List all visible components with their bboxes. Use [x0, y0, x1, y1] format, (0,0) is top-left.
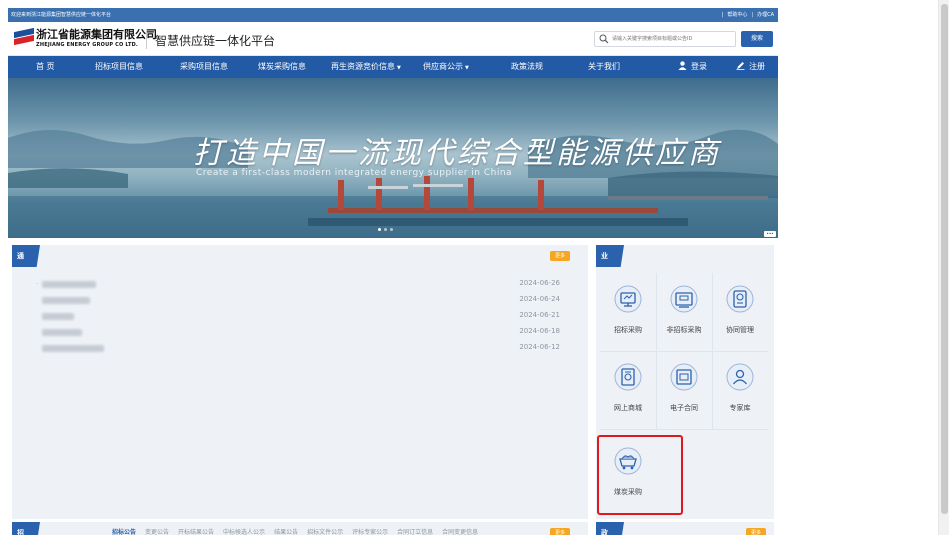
company-name-en: ZHEJIANG ENERGY GROUP CO LTD. [36, 42, 139, 48]
search-button[interactable]: 搜索 [741, 31, 773, 47]
notice-date: 2024-06-12 [519, 343, 560, 351]
module-label: 非招标采购 [666, 326, 702, 334]
search-input[interactable] [612, 33, 732, 45]
carousel-dot[interactable] [384, 228, 387, 231]
welcome-text: 欢迎来到浙江能源集团智慧供应链一体化平台 [11, 12, 112, 18]
module-e-contract[interactable]: 电子合同 [659, 351, 709, 429]
carousel-dot[interactable] [378, 228, 381, 231]
module-collaboration[interactable]: 协同管理 [715, 273, 765, 351]
scrollbar-thumb[interactable] [941, 4, 948, 514]
notice-date: 2024-06-21 [519, 311, 560, 319]
module-non-bidding-procurement[interactable]: 非招标采购 [659, 273, 709, 351]
company-name-cn: 浙江省能源集团有限公司 [36, 28, 157, 41]
tab-contract-signing[interactable]: 合同订立信息 [397, 522, 433, 535]
business-panel-title: 业务模块 [596, 245, 624, 267]
online-mall-icon [614, 363, 642, 391]
help-center-link[interactable]: 帮助中心 [727, 8, 747, 22]
module-label: 协同管理 [726, 326, 754, 334]
top-info-bar: 欢迎来到浙江能源集团智慧供应链一体化平台 | 帮助中心 | 办理CA [8, 8, 778, 22]
nav-bidding-projects[interactable]: 招标项目信息 [95, 56, 143, 78]
site-container: 欢迎来到浙江能源集团智慧供应链一体化平台 | 帮助中心 | 办理CA 浙江省能源… [8, 8, 778, 535]
chevron-down-icon: ▼ [465, 65, 469, 71]
notice-date: 2024-06-24 [519, 295, 560, 303]
nav-about[interactable]: 关于我们 [588, 56, 620, 78]
bid-info-panel: 招标信息 招标公告 变更公告 开标结果公告 中标候选人公示 结果公告 招标文件公… [12, 522, 588, 535]
nav-procurement-projects[interactable]: 采购项目信息 [180, 56, 228, 78]
non-bidding-procurement-icon [670, 285, 698, 313]
bid-info-more-button[interactable]: 更多 [550, 528, 570, 535]
list-item[interactable]: · 2024-06-26 [36, 277, 560, 293]
notice-title-redacted[interactable] [42, 329, 82, 336]
expert-database-icon [726, 363, 754, 391]
tab-contract-change[interactable]: 合同变更信息 [442, 522, 478, 535]
bidding-procurement-icon [614, 285, 642, 313]
notice-title-redacted[interactable] [42, 281, 96, 288]
tab-change-notice[interactable]: 变更公告 [145, 522, 169, 535]
vertical-scrollbar[interactable] [938, 0, 949, 535]
policy-panel: 政策法规 更多 [596, 522, 774, 535]
ca-link[interactable]: 办理CA [757, 8, 774, 22]
policy-title: 政策法规 [596, 522, 624, 535]
tab-expert-notice[interactable]: 评标专家公示 [352, 522, 388, 535]
nav-supplier-notice[interactable]: 供应商公示 ▼ [423, 56, 469, 78]
search-box[interactable] [594, 31, 736, 47]
notice-list: · 2024-06-26 2024-06-24 2024-06-21 2024-0… [36, 277, 560, 357]
main-nav: 首 页 招标项目信息 采购项目信息 煤炭采购信息 再生资源竞价信息 ▼ 供应商公示… [8, 56, 778, 78]
tab-winning-candidate[interactable]: 中标候选人公示 [223, 522, 265, 535]
notice-title-redacted[interactable] [42, 297, 90, 304]
notice-more-button[interactable]: 更多 [550, 251, 570, 261]
nav-home[interactable]: 首 页 [36, 56, 55, 78]
notice-panel-title: 通知公告 [12, 245, 40, 267]
notice-date: 2024-06-18 [519, 327, 560, 335]
list-item[interactable]: 2024-06-12 [36, 341, 560, 357]
collaboration-icon [726, 285, 754, 313]
chevron-down-icon: ▼ [397, 65, 401, 71]
notice-panel: 通知公告 更多 · 2024-06-26 2024-06-24 2024-06-2… [12, 245, 588, 519]
header-divider [146, 29, 147, 49]
module-bidding-procurement[interactable]: 招标采购 [603, 273, 653, 351]
nav-recycled-bidding[interactable]: 再生资源竞价信息 ▼ [331, 56, 401, 78]
platform-title: 智慧供应链一体化平台 [155, 34, 276, 48]
search-icon [599, 34, 609, 44]
list-item[interactable]: 2024-06-18 [36, 325, 560, 341]
tab-bid-document[interactable]: 招标文件公示 [307, 522, 343, 535]
list-item[interactable]: 2024-06-21 [36, 309, 560, 325]
corner-widget-icon[interactable]: ••• [764, 231, 776, 237]
company-logo[interactable] [14, 27, 34, 47]
module-label: 专家库 [729, 404, 751, 412]
nav-policy[interactable]: 政策法规 [511, 56, 543, 78]
business-module-panel: 业务模块 招标采购 非招标采购 协同管理 网上商城 电子合同 专家库 煤炭采购 [596, 245, 774, 519]
company-name: 浙江省能源集团有限公司 ZHEJIANG ENERGY GROUP CO LTD… [36, 26, 157, 48]
policy-more-button[interactable]: 更多 [746, 528, 766, 535]
notice-date: 2024-06-26 [519, 279, 560, 287]
top-links: | 帮助中心 | 办理CA [722, 8, 774, 22]
module-label: 电子合同 [670, 404, 698, 412]
e-contract-icon [670, 363, 698, 391]
tab-opening-result[interactable]: 开标结果公告 [178, 522, 214, 535]
hero-banner[interactable]: 打造中国一流现代综合型能源供应商 Create a first-class mo… [8, 78, 778, 238]
banner-slogan-en: Create a first-class modern integrated e… [196, 168, 513, 178]
list-item[interactable]: 2024-06-24 [36, 293, 560, 309]
bid-info-title: 招标信息 [12, 522, 40, 535]
nav-login[interactable]: 登录 [678, 56, 707, 78]
banner-slogan: 打造中国一流现代综合型能源供应商 [193, 136, 721, 171]
notice-title-redacted[interactable] [42, 345, 104, 352]
carousel-dot[interactable] [390, 228, 393, 231]
module-label: 招标采购 [614, 326, 642, 334]
notice-title-redacted[interactable] [42, 313, 74, 320]
coal-procurement-highlight [597, 435, 683, 515]
browser-page: 欢迎来到浙江能源集团智慧供应链一体化平台 | 帮助中心 | 办理CA 浙江省能源… [0, 0, 949, 535]
carousel-dots[interactable] [378, 228, 393, 231]
nav-register[interactable]: 注册 [736, 56, 765, 78]
module-online-mall[interactable]: 网上商城 [603, 351, 653, 429]
nav-coal-procurement[interactable]: 煤炭采购信息 [258, 56, 306, 78]
site-header: 浙江省能源集团有限公司 ZHEJIANG ENERGY GROUP CO LTD… [8, 22, 778, 56]
user-icon [678, 61, 687, 70]
bid-info-tabs: 招标公告 变更公告 开标结果公告 中标候选人公示 结果公告 招标文件公示 评标专… [112, 522, 478, 535]
tab-result-notice[interactable]: 结果公告 [274, 522, 298, 535]
module-expert-database[interactable]: 专家库 [715, 351, 765, 429]
module-label: 网上商城 [614, 404, 642, 412]
pencil-icon [736, 62, 745, 71]
tab-bid-notice[interactable]: 招标公告 [112, 522, 136, 535]
